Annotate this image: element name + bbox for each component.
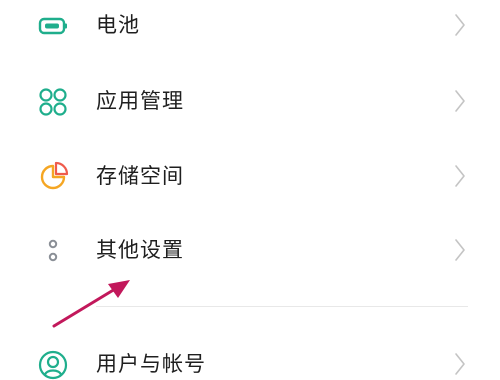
user-account-icon (36, 348, 70, 380)
chevron-right-icon (453, 351, 467, 377)
settings-item-app-management[interactable]: 应用管理 (0, 73, 500, 129)
chevron-right-icon (453, 237, 467, 263)
settings-item-label: 存储空间 (96, 164, 184, 188)
storage-pie-icon (36, 160, 70, 194)
chevron-right-icon (453, 163, 467, 189)
settings-item-users-accounts[interactable]: 用户与帐号 (0, 336, 500, 380)
settings-item-battery[interactable]: 电池 (0, 0, 500, 53)
settings-item-label: 应用管理 (96, 89, 184, 113)
settings-item-label: 用户与帐号 (96, 352, 206, 376)
settings-item-label: 其他设置 (96, 238, 184, 262)
chevron-right-icon (453, 12, 467, 38)
battery-icon (36, 9, 70, 43)
section-divider (96, 306, 468, 307)
settings-screen: 电池 应用管理 存储空间 其他设置 用户与帐号 (0, 0, 500, 380)
settings-item-storage[interactable]: 存储空间 (0, 148, 500, 204)
more-dots-icon (36, 234, 70, 268)
apps-grid-icon (36, 85, 70, 119)
chevron-right-icon (453, 88, 467, 114)
settings-item-other[interactable]: 其他设置 (0, 222, 500, 278)
settings-item-label: 电池 (96, 13, 140, 37)
